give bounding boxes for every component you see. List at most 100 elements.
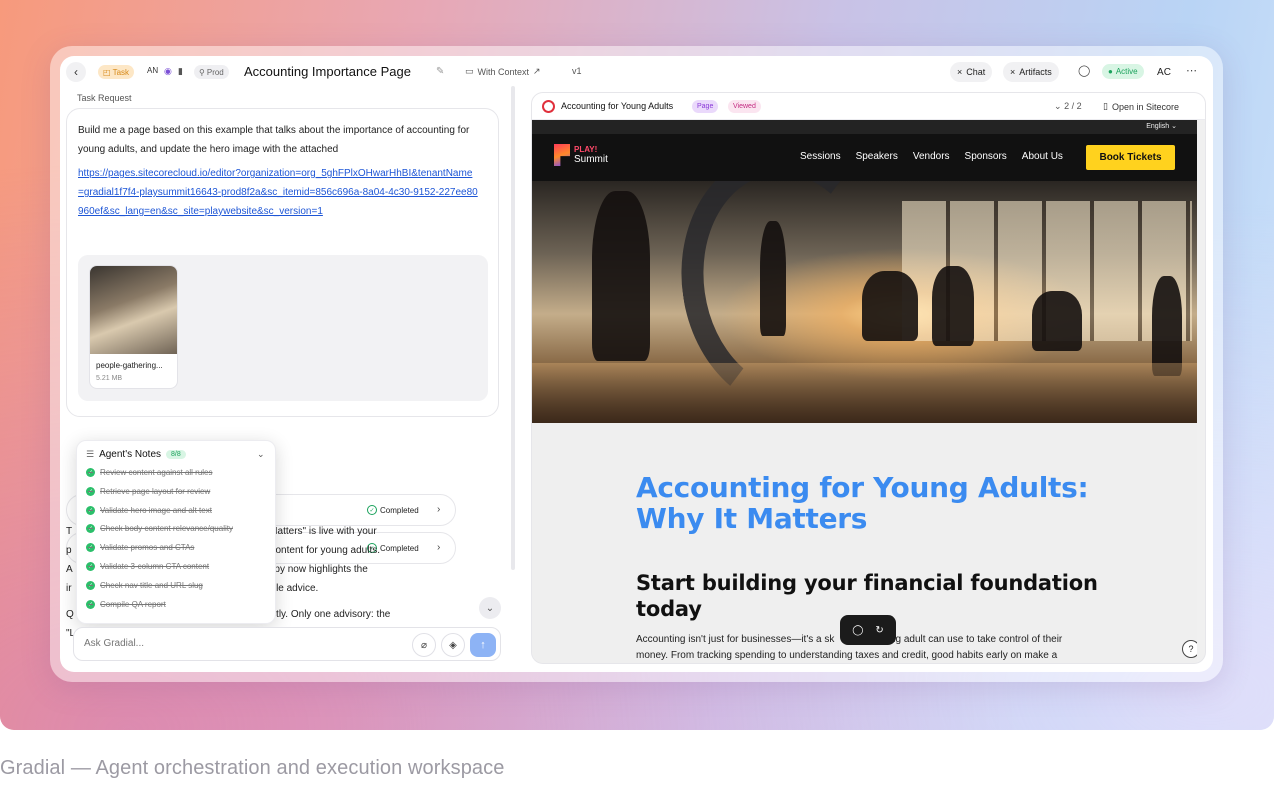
scroll-down-button[interactable]: ⌄	[479, 597, 501, 619]
arrow-up-icon: ↑	[480, 639, 486, 651]
note-item: ✓ Check body content relevance/quality	[86, 524, 233, 533]
preview-pager[interactable]: ⌄ 2 / 2	[1054, 101, 1082, 112]
env-label: Prod	[206, 67, 224, 77]
agent-icon: ◉	[164, 66, 172, 76]
back-button[interactable]: ‹	[66, 62, 86, 82]
task-pill[interactable]: ◰ Task	[98, 65, 135, 79]
open-label: Open in Sitecore	[1111, 101, 1179, 112]
refresh-icon[interactable]: ↻	[875, 625, 883, 636]
brand-mark-icon	[554, 144, 570, 166]
attachment-name: people-gathering...	[96, 361, 163, 370]
tag-icon: ⚲	[199, 67, 205, 77]
hero-person	[1152, 276, 1182, 376]
preview-header: Accounting for Young Adults Page Viewed …	[532, 93, 1205, 120]
brand-bottom: Summit	[574, 154, 608, 165]
agent-notes-popover: ☰ Agent's Notes 8/8 ⌄ ✓ Review content agai…	[76, 440, 276, 624]
help-icon[interactable]: ?	[1182, 640, 1197, 658]
check-icon: ✓	[86, 506, 95, 515]
brand-text: PLAY! Summit	[574, 145, 608, 165]
check-icon: ✓	[367, 505, 377, 515]
note-text: Retrieve page layout for review	[100, 487, 211, 496]
attach-button[interactable]: ⌀	[412, 633, 436, 657]
folder-icon: ▭	[465, 66, 474, 76]
request-text: Build me a page based on this example th…	[78, 125, 470, 155]
chevron-right-icon[interactable]: ›	[437, 504, 440, 515]
signal-icon: ▮	[178, 66, 183, 76]
context-link[interactable]: ▭ With Context ↗	[465, 66, 541, 77]
notes-count: 8/8	[166, 450, 186, 459]
external-link-icon: ↗	[533, 66, 541, 76]
pane-resizer[interactable]	[511, 86, 515, 570]
request-link[interactable]: https://pages.sitecorecloud.io/editor?or…	[78, 164, 478, 221]
chevron-down-icon[interactable]: ⌄	[257, 449, 265, 460]
note-text: Validate hero image and alt text	[100, 506, 212, 515]
site-logo[interactable]: PLAY! Summit	[554, 144, 608, 166]
notes-header[interactable]: ☰ Agent's Notes 8/8	[86, 449, 186, 460]
viewed-badge: Viewed	[728, 100, 761, 113]
hero-image	[532, 181, 1197, 423]
hero-person	[592, 191, 650, 361]
page-badge: Page	[692, 100, 719, 113]
composer: ⌀ ◈ ↑	[73, 627, 501, 661]
task-icon: ◰	[103, 67, 111, 77]
note-text: Check nav title and URL slug	[100, 581, 203, 590]
step-status-label: Completed	[380, 505, 419, 515]
hero-floor	[532, 363, 1197, 423]
close-icon[interactable]: ×	[1010, 67, 1015, 77]
check-icon: ✓	[86, 543, 95, 552]
note-text: Check body content relevance/quality	[100, 524, 233, 533]
chevron-down-icon: ⌄	[1171, 123, 1177, 130]
note-item: ✓ Validate 3-column CTA content	[86, 562, 209, 571]
nav-link-about-us[interactable]: About Us	[1022, 151, 1063, 162]
external-window-icon: ▯	[1103, 101, 1108, 111]
chat-pane: Task Request Build me a page based on th…	[60, 88, 530, 672]
artifacts-label: Artifacts	[1019, 67, 1052, 77]
version-label[interactable]: v1	[572, 66, 582, 76]
comment-icon[interactable]: ◯	[1078, 64, 1090, 77]
note-text: Review content against all rules	[100, 468, 213, 477]
language-bar: English ⌄	[532, 120, 1197, 134]
attachment-tile[interactable]: people-gathering... 5.21 MB	[89, 265, 178, 389]
checklist-icon: ☰	[86, 449, 95, 459]
artifacts-tab[interactable]: × Artifacts	[1003, 62, 1059, 82]
attachment-thumbnail	[90, 266, 177, 354]
more-icon[interactable]: ⋯	[1186, 64, 1197, 77]
language-selector[interactable]: English ⌄	[1146, 122, 1177, 130]
check-icon: ✓	[86, 487, 95, 496]
preview-pane: Accounting for Young Adults Page Viewed …	[531, 92, 1206, 664]
context-label: With Context	[477, 66, 530, 77]
status-dot-icon: ●	[1108, 67, 1113, 76]
env-pill[interactable]: ⚲ Prod	[194, 65, 229, 79]
send-button[interactable]: ↑	[470, 633, 496, 657]
attachment-size: 5.21 MB	[96, 375, 123, 382]
chat-label: Chat	[966, 67, 986, 77]
top-bar: ‹ ◰ Task AN ◉ ▮ ⚲ Prod Accounting Importan…	[60, 56, 1213, 88]
site-preview: English ⌄ PLAY! Summit Sessions Speakers…	[532, 120, 1197, 663]
nav-link-sessions[interactable]: Sessions	[800, 151, 841, 162]
user-initials: AN	[147, 66, 159, 75]
hero-person	[932, 266, 974, 346]
note-item: ✓ Validate hero image and alt text	[86, 506, 212, 515]
nav-link-sponsors[interactable]: Sponsors	[965, 151, 1007, 162]
note-item: ✓ Compile QA report	[86, 600, 166, 609]
layers-button[interactable]: ◈	[441, 633, 465, 657]
nav-link-vendors[interactable]: Vendors	[913, 151, 950, 162]
article-title: Accounting for Young Adults: Why It Matt…	[636, 471, 1089, 535]
note-item: ✓ Retrieve page layout for review	[86, 487, 210, 496]
comment-icon[interactable]: ◯	[852, 625, 863, 636]
book-tickets-button[interactable]: Book Tickets	[1086, 145, 1175, 170]
request-card: Build me a page based on this example th…	[66, 108, 499, 417]
note-text: Validate 3-column CTA content	[100, 562, 210, 571]
avatar[interactable]: AC	[1153, 62, 1175, 82]
chat-tab[interactable]: × Chat	[950, 62, 993, 82]
nav-link-speakers[interactable]: Speakers	[856, 151, 898, 162]
pager-count: 2 / 2	[1064, 101, 1082, 111]
paperclip-icon: ⌀	[420, 639, 428, 651]
step-status: ✓ Completed	[367, 505, 419, 515]
note-text: Compile QA report	[100, 600, 166, 609]
open-in-sitecore-button[interactable]: ▯ Open in Sitecore	[1103, 101, 1179, 112]
check-icon: ✓	[86, 468, 95, 477]
close-icon[interactable]: ×	[957, 67, 962, 77]
ask-input[interactable]	[84, 638, 384, 649]
pencil-icon[interactable]: ✎	[436, 66, 444, 77]
